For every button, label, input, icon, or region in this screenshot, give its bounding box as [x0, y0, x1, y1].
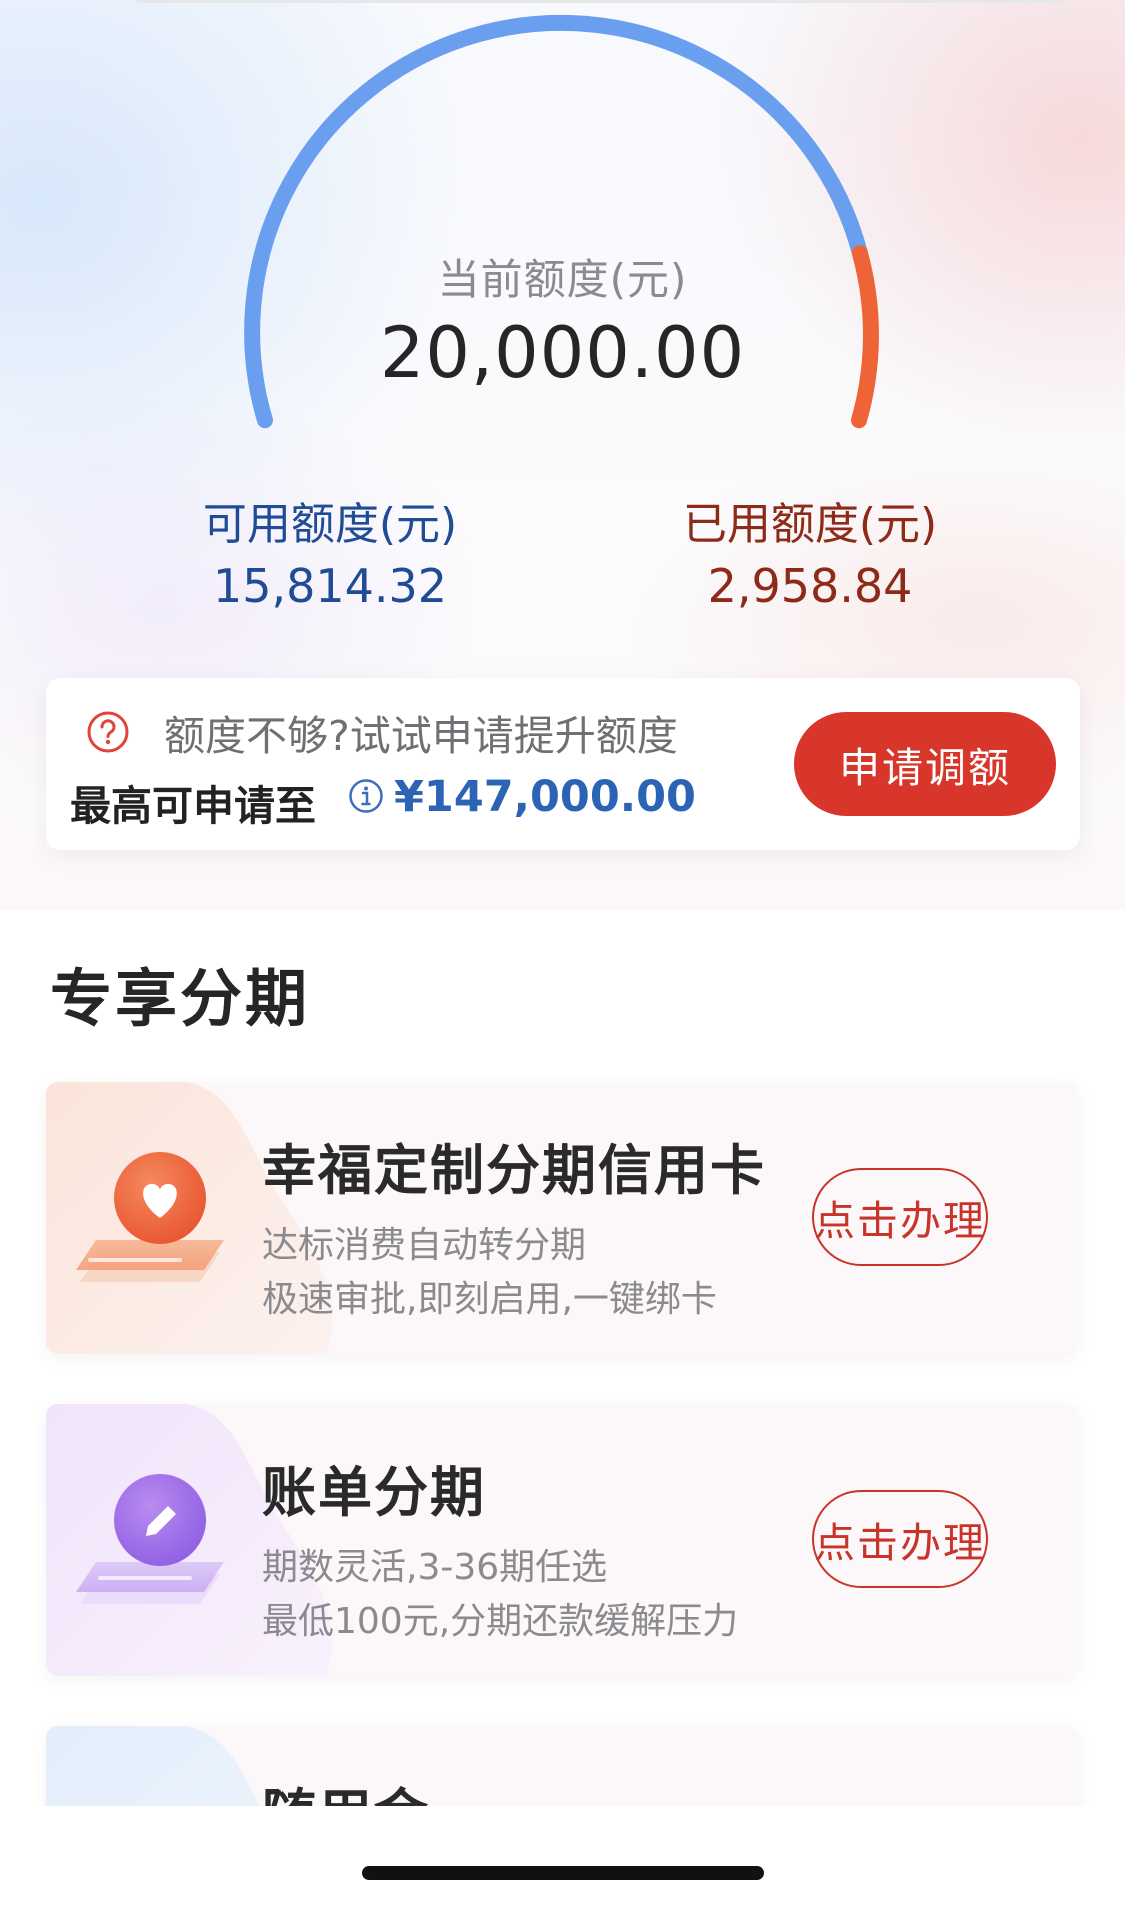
max-apply-amount: ¥147,000.00	[394, 772, 696, 822]
used-limit-value: 2,958.84	[707, 559, 913, 613]
credit-overview: 当前额度(元) 20,000.00 可用额度(元) 15,814.32 已用额度…	[0, 0, 1125, 910]
used-limit: 已用额度(元) 2,958.84	[670, 498, 950, 614]
current-limit-value: 20,000.00	[379, 312, 746, 394]
used-limit-label: 已用额度(元)	[682, 499, 938, 550]
promo-desc-1: 期数灵活,3-36期任选	[262, 1547, 608, 1588]
section-title: 专享分期	[50, 962, 311, 1035]
max-apply-label: 最高可申请至	[70, 782, 316, 830]
promo-card-bill-installment[interactable]: 账单分期 期数灵活,3-36期任选 最低100元,分期还款缓解压力 点击办理	[46, 1404, 1078, 1676]
home-indicator[interactable]	[362, 1866, 764, 1880]
available-limit-label: 可用额度(元)	[202, 499, 458, 550]
handle-button-bill-installment[interactable]: 点击办理	[812, 1490, 988, 1588]
available-limit-value: 15,814.32	[212, 559, 448, 613]
promo-title: 账单分期	[262, 1461, 486, 1524]
current-limit-label: 当前额度(元)	[437, 255, 688, 304]
apply-adjust-button[interactable]: 申请调额	[794, 712, 1056, 816]
promo-title: 幸福定制分期信用卡	[262, 1139, 766, 1202]
question-icon	[87, 711, 129, 753]
handle-button-custom-installment[interactable]: 点击办理	[812, 1168, 988, 1266]
limit-hint-text: 额度不够?试试申请提升额度	[164, 712, 678, 760]
promo-desc-2: 极速审批,即刻启用,一键绑卡	[262, 1279, 717, 1320]
heart-icon	[76, 1152, 224, 1282]
available-limit: 可用额度(元) 15,814.32	[190, 498, 470, 614]
promo-card-custom-installment[interactable]: 幸福定制分期信用卡 达标消费自动转分期 极速审批,即刻启用,一键绑卡 点击办理	[46, 1082, 1078, 1354]
pencil-icon	[76, 1474, 224, 1604]
bottom-safe-area	[0, 1806, 1125, 1906]
info-icon[interactable]	[348, 778, 384, 814]
promo-desc-1: 达标消费自动转分期	[262, 1225, 587, 1266]
promo-desc-2: 最低100元,分期还款缓解压力	[262, 1601, 739, 1642]
limit-increase-card: 额度不够?试试申请提升额度 最高可申请至 ¥147,000.00 申请调额	[46, 678, 1080, 850]
